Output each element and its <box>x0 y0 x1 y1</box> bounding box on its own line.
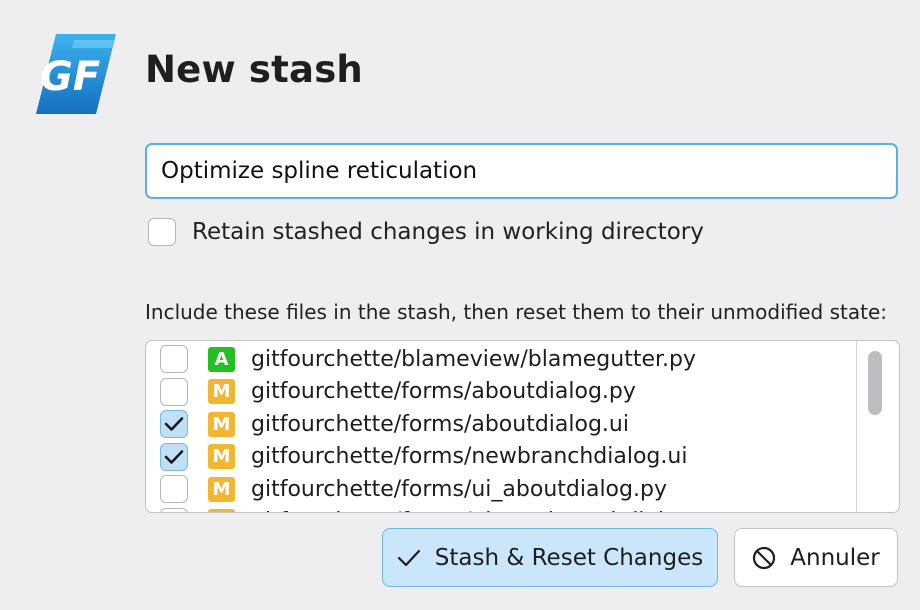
file-checkbox[interactable] <box>160 410 188 439</box>
file-status-badge: M <box>208 444 235 470</box>
file-path: gitfourchette/blameview/blamegutter.py <box>251 346 697 372</box>
cancel-icon <box>752 546 776 570</box>
file-checkbox[interactable] <box>160 442 188 471</box>
dialog-title: New stash <box>145 48 363 91</box>
files-instruction-label: Include these files in the stash, then r… <box>145 300 888 324</box>
file-checkbox[interactable] <box>160 377 188 406</box>
file-checkbox[interactable] <box>160 507 188 512</box>
stash-message-input[interactable] <box>145 143 898 199</box>
file-status-badge: M <box>208 476 235 502</box>
retain-changes-option[interactable]: Retain stashed changes in working direct… <box>148 218 704 246</box>
file-list[interactable]: Agitfourchette/blameview/blamegutter.py M… <box>145 340 900 513</box>
checkmark-icon <box>397 548 421 568</box>
file-status-badge: M <box>208 411 235 437</box>
scrollbar-thumb[interactable] <box>868 351 882 415</box>
cancel-button[interactable]: Annuler <box>734 528 898 587</box>
file-status-badge: M <box>208 379 235 405</box>
file-row[interactable]: Mgitfourchette/forms/aboutdialog.ui <box>146 408 858 441</box>
file-checkbox[interactable] <box>160 475 188 504</box>
file-row[interactable]: Mgitfourchette/forms/ui_newbranchdialog.… <box>146 506 858 512</box>
file-row[interactable]: Mgitfourchette/forms/ui_aboutdialog.py <box>146 473 858 506</box>
svg-text:GF: GF <box>40 54 100 100</box>
file-row[interactable]: Mgitfourchette/forms/aboutdialog.py <box>146 376 858 409</box>
gitfourchette-logo-icon: GF <box>36 34 116 114</box>
file-list-rows: Agitfourchette/blameview/blamegutter.py M… <box>146 343 858 512</box>
retain-changes-checkbox[interactable] <box>148 218 176 246</box>
file-status-badge: A <box>208 346 235 372</box>
retain-changes-label: Retain stashed changes in working direct… <box>192 219 704 245</box>
file-row[interactable]: Mgitfourchette/forms/newbranchdialog.ui <box>146 441 858 474</box>
file-path: gitfourchette/forms/aboutdialog.ui <box>251 411 629 437</box>
scrollbar-track[interactable] <box>856 341 857 512</box>
file-checkbox[interactable] <box>160 345 188 374</box>
file-row[interactable]: Agitfourchette/blameview/blamegutter.py <box>146 343 858 376</box>
cancel-button-label: Annuler <box>790 544 880 571</box>
stash-reset-button-label: Stash & Reset Changes <box>434 544 704 571</box>
file-status-badge: M <box>208 509 235 512</box>
stash-reset-button[interactable]: Stash & Reset Changes <box>382 528 718 587</box>
file-path: gitfourchette/forms/ui_aboutdialog.py <box>251 476 667 502</box>
file-path: gitfourchette/forms/newbranchdialog.ui <box>251 444 688 470</box>
new-stash-dialog: GF New stash Retain stashed changes in w… <box>0 0 920 610</box>
file-path: gitfourchette/forms/ui_newbranchdialog.p… <box>251 509 725 512</box>
file-path: gitfourchette/forms/aboutdialog.py <box>251 379 636 405</box>
